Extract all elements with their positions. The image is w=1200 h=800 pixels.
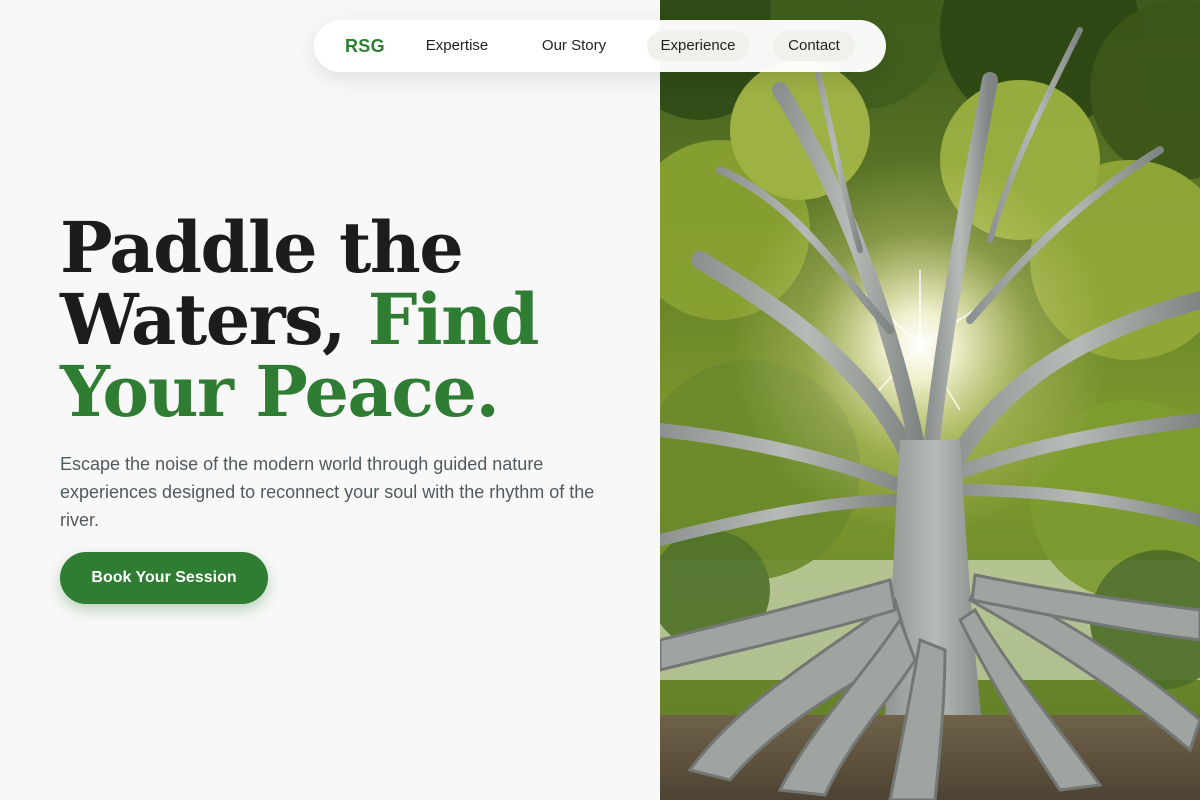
nav-link-expertise[interactable]: Expertise [410,31,504,61]
headline-line-1: Paddle the [60,206,464,289]
hero-headline: Paddle the Waters, Find Your Peace. [60,206,539,433]
brand-logo[interactable]: RSG [345,20,385,72]
book-session-button[interactable]: Book Your Session [60,552,268,604]
landing-page: Paddle the Waters, Find Your Peace. Esca… [0,0,1200,800]
banyan-tree-photo [660,0,1200,800]
nav-link-our-story[interactable]: Our Story [528,31,620,61]
hero-subtext: Escape the noise of the modern world thr… [60,454,595,530]
nav-link-experience[interactable]: Experience [647,31,749,61]
hero-image [660,0,1200,800]
main-nav: RSG Expertise Our Story Experience Conta… [314,20,886,72]
hero-section: Paddle the Waters, Find Your Peace. Esca… [0,0,660,800]
headline-line-2-accent: Find [367,278,540,361]
headline-line-2: Waters, Find [60,284,539,356]
nav-link-contact[interactable]: Contact [773,31,855,61]
headline-line-2-dark: Waters, [60,278,368,361]
headline-line-3: Your Peace. [60,350,500,433]
